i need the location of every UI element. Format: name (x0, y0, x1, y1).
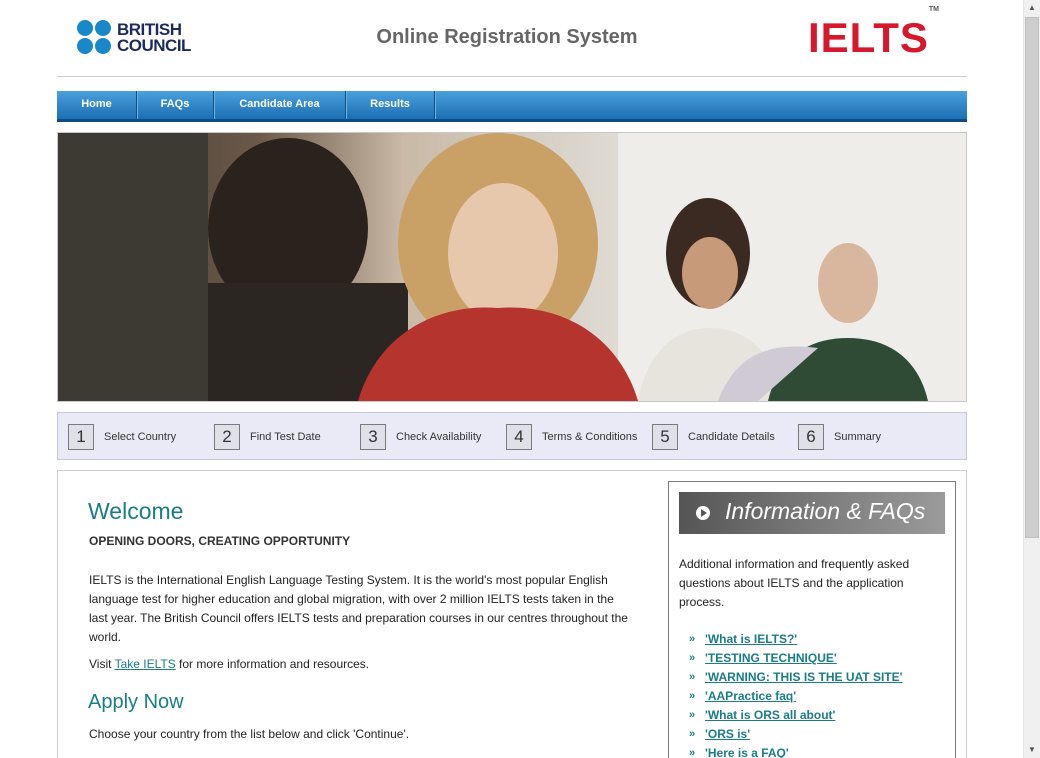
bullet-icon: » (689, 728, 696, 740)
bullet-icon: » (689, 671, 696, 683)
step-find-test-date: 2 Find Test Date (214, 424, 321, 450)
nav-faqs[interactable]: FAQs (137, 91, 214, 119)
play-icon (696, 506, 710, 520)
faq-link[interactable]: 'AAPractice faq' (705, 687, 796, 706)
list-item: » 'What is IELTS?' (689, 630, 902, 649)
bullet-icon: » (689, 652, 696, 664)
vertical-scrollbar[interactable]: ▲ ▼ (1023, 0, 1040, 758)
faq-link[interactable]: 'What is IELTS?' (705, 630, 797, 649)
page: BRITISH COUNCIL Online Registration Syst… (0, 0, 1023, 758)
welcome-heading: Welcome (88, 498, 184, 524)
step-candidate-details: 5 Candidate Details (652, 424, 775, 450)
hero-banner-image (57, 132, 967, 402)
step-check-availability: 3 Check Availability (360, 424, 481, 450)
intro-paragraph: IELTS is the International English Langu… (89, 573, 628, 644)
step-label: Select Country (104, 431, 177, 443)
info-faq-sidebar: Information & FAQs Additional informatio… (668, 481, 956, 758)
nav-results[interactable]: Results (346, 91, 435, 119)
step-select-country: 1 Select Country (68, 424, 176, 450)
step-label: Candidate Details (688, 431, 775, 443)
header: BRITISH COUNCIL Online Registration Syst… (57, 0, 967, 77)
faq-links-list: » 'What is IELTS?' » 'TESTING TECHNIQUE' »… (689, 630, 902, 758)
list-item: » 'Here is a FAQ' (689, 744, 902, 758)
faq-link[interactable]: 'TESTING TECHNIQUE' (705, 649, 837, 668)
choose-country-instruction: Choose your country from the list below … (89, 727, 410, 741)
step-terms-conditions: 4 Terms & Conditions (506, 424, 637, 450)
list-item: » 'TESTING TECHNIQUE' (689, 649, 902, 668)
list-item: » 'What is ORS all about' (689, 706, 902, 725)
scroll-up-arrow-icon[interactable]: ▲ (1024, 0, 1040, 16)
faq-link[interactable]: 'What is ORS all about' (705, 706, 835, 725)
faq-link[interactable]: 'Here is a FAQ' (705, 744, 789, 758)
step-number: 4 (506, 424, 532, 450)
welcome-subtitle: OPENING DOORS, CREATING OPPORTUNITY (89, 534, 351, 548)
step-number: 5 (652, 424, 678, 450)
info-faq-title: Information & FAQs (725, 498, 926, 524)
list-item: » 'WARNING: THIS IS THE UAT SITE' (689, 668, 902, 687)
step-label: Summary (834, 431, 882, 443)
info-description: Additional information and frequently as… (679, 557, 910, 609)
students-photo (58, 133, 966, 401)
take-ielts-link[interactable]: Take IELTS (115, 657, 176, 671)
scrollbar-thumb[interactable] (1025, 17, 1039, 538)
step-label: Find Test Date (250, 431, 321, 443)
bullet-icon: » (689, 690, 696, 702)
faq-link[interactable]: 'ORS is' (705, 725, 750, 744)
apply-now-heading: Apply Now (88, 691, 184, 713)
step-number: 3 (360, 424, 386, 450)
faq-link[interactable]: 'WARNING: THIS IS THE UAT SITE' (705, 668, 902, 687)
nav-home[interactable]: Home (57, 91, 137, 119)
step-number: 6 (798, 424, 824, 450)
nav-candidate-area[interactable]: Candidate Area (214, 91, 346, 119)
scroll-down-arrow-icon[interactable]: ▼ (1024, 742, 1040, 758)
main-nav: Home FAQs Candidate Area Results (57, 91, 967, 122)
step-label: Check Availability (396, 431, 482, 443)
registration-steps: 1 Select Country 2 Find Test Date 3 Chec… (57, 412, 967, 460)
ielts-logo[interactable]: IELTSTM (808, 6, 939, 62)
step-summary: 6 Summary (798, 424, 881, 450)
list-item: » 'AAPractice faq' (689, 687, 902, 706)
bullet-icon: » (689, 747, 696, 758)
step-number: 2 (214, 424, 240, 450)
step-label: Terms & Conditions (542, 431, 638, 443)
step-number: 1 (68, 424, 94, 450)
visit-paragraph: Visit Take IELTS for more information an… (89, 657, 370, 671)
info-faq-header: Information & FAQs (679, 492, 945, 534)
bullet-icon: » (689, 633, 696, 645)
bullet-icon: » (689, 709, 696, 721)
list-item: » 'ORS is' (689, 725, 902, 744)
